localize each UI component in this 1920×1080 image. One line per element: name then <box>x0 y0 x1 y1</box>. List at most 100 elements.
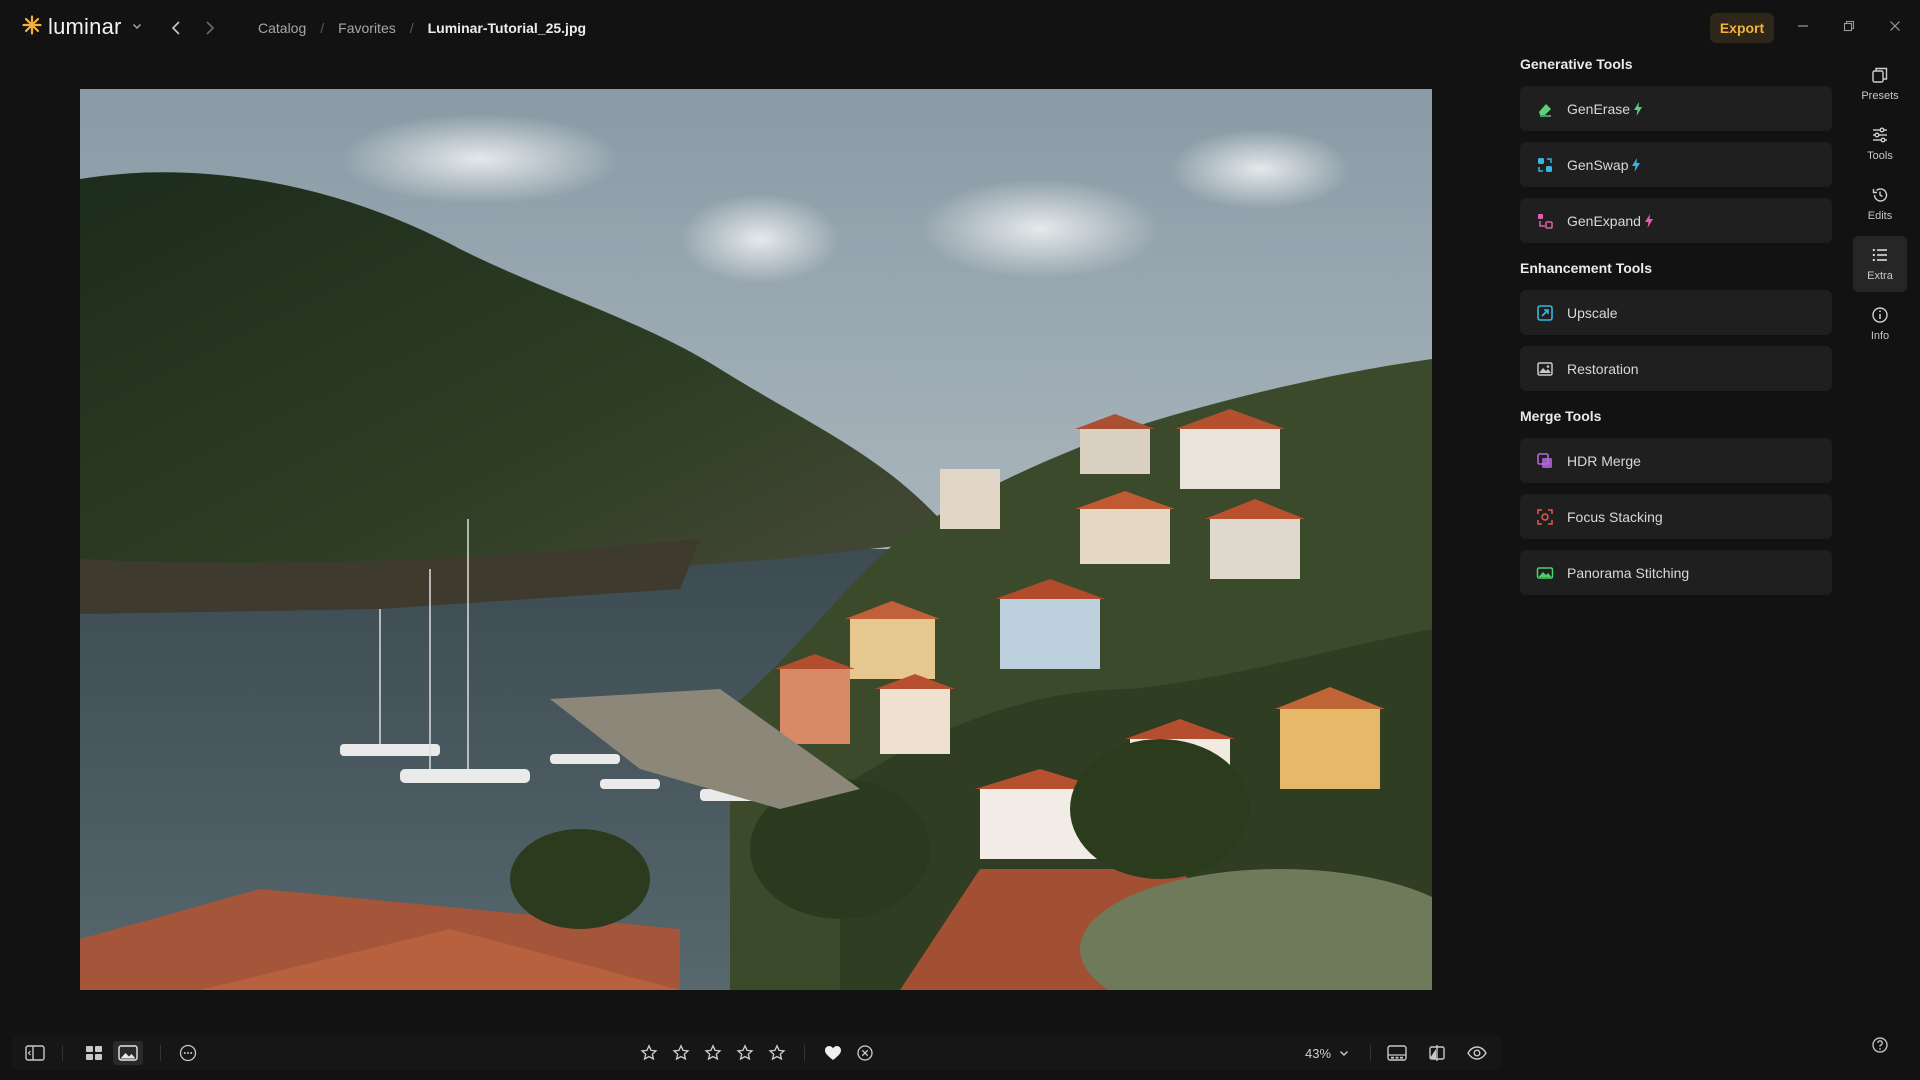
restore-icon <box>1843 20 1855 32</box>
star-icon <box>672 1044 690 1061</box>
compare-button[interactable] <box>1424 1041 1450 1065</box>
tool-label: GenSwap <box>1567 156 1629 173</box>
zoom-value: 43% <box>1304 1045 1332 1061</box>
breadcrumb-separator: / <box>320 20 325 36</box>
restoration-icon <box>1535 359 1555 379</box>
star-icon <box>640 1044 658 1061</box>
panorama-icon <box>1535 563 1555 583</box>
eye-icon <box>1467 1046 1487 1060</box>
minimize-button[interactable] <box>1792 15 1814 37</box>
more-options-button[interactable] <box>176 1041 200 1065</box>
star-icon <box>736 1044 754 1061</box>
filmstrip-icon <box>1387 1045 1407 1061</box>
breadcrumb-catalog[interactable]: Catalog <box>258 20 306 36</box>
toggle-sidebar-button[interactable] <box>22 1041 48 1065</box>
reject-button[interactable] <box>854 1041 876 1065</box>
help-button[interactable] <box>1869 1034 1891 1056</box>
tool-label: Restoration <box>1567 360 1639 377</box>
rail-item-edits[interactable]: Edits <box>1853 176 1907 232</box>
rating-star-4[interactable] <box>734 1041 756 1065</box>
tool-focus-stacking[interactable]: Focus Stacking <box>1520 494 1832 539</box>
minimize-icon <box>1798 25 1808 27</box>
favorite-button[interactable] <box>822 1041 844 1065</box>
grid-view-button[interactable] <box>79 1041 109 1065</box>
focus-icon <box>1535 507 1555 527</box>
grid-icon <box>86 1046 102 1060</box>
single-view-button[interactable] <box>113 1041 143 1065</box>
heart-icon <box>825 1046 841 1060</box>
chevron-down-icon <box>132 18 142 36</box>
tool-hdr-merge[interactable]: HDR Merge <box>1520 438 1832 483</box>
rating-star-2[interactable] <box>670 1041 692 1065</box>
tool-label: GenExpand <box>1567 212 1641 229</box>
breadcrumb-current-file: Luminar-Tutorial_25.jpg <box>427 20 587 36</box>
presets-icon <box>1872 67 1888 83</box>
tool-generase[interactable]: GenErase <box>1520 86 1832 131</box>
breadcrumb-separator: / <box>409 20 414 36</box>
restore-button[interactable] <box>1838 15 1860 37</box>
section-title-merge: Merge Tools <box>1520 408 1602 424</box>
close-icon <box>1890 21 1900 31</box>
expand-icon <box>1535 211 1555 231</box>
right-rail: Presets Tools Edits Extra Info <box>1853 56 1907 356</box>
app-menu[interactable]: luminar <box>22 14 142 40</box>
harbor-photo-image <box>80 89 1432 990</box>
rail-label: Tools <box>1867 150 1893 162</box>
photo-canvas[interactable] <box>80 89 1432 990</box>
tool-panorama-stitching[interactable]: Panorama Stitching <box>1520 550 1832 595</box>
upscale-icon <box>1535 303 1555 323</box>
rail-item-presets[interactable]: Presets <box>1853 56 1907 112</box>
list-icon <box>1872 248 1887 262</box>
filmstrip-button[interactable] <box>1384 1041 1410 1065</box>
breadcrumb: Catalog / Favorites / Luminar-Tutorial_2… <box>258 20 586 36</box>
chevron-down-icon <box>1340 1051 1349 1056</box>
hdr-icon <box>1535 451 1555 471</box>
sliders-icon <box>1873 127 1887 143</box>
bolt-icon <box>1632 157 1641 172</box>
back-button[interactable] <box>168 18 184 38</box>
more-icon <box>179 1044 197 1062</box>
tool-label: GenErase <box>1567 100 1631 117</box>
star-icon <box>768 1044 786 1061</box>
rail-label: Extra <box>1867 270 1893 282</box>
rating-star-3[interactable] <box>702 1041 724 1065</box>
tool-restoration[interactable]: Restoration <box>1520 346 1832 391</box>
breadcrumb-favorites[interactable]: Favorites <box>338 20 396 36</box>
export-button[interactable]: Export <box>1710 13 1774 43</box>
rail-item-extra[interactable]: Extra <box>1853 236 1907 292</box>
rating-star-5[interactable] <box>766 1041 788 1065</box>
close-button[interactable] <box>1884 15 1906 37</box>
chevron-right-icon <box>206 21 215 35</box>
rail-item-info[interactable]: Info <box>1853 296 1907 352</box>
section-title-generative: Generative Tools <box>1520 56 1633 72</box>
section-title-enhancement: Enhancement Tools <box>1520 260 1652 276</box>
sidebar-icon <box>25 1045 45 1061</box>
tool-label: HDR Merge <box>1567 452 1641 469</box>
forward-button[interactable] <box>202 18 218 38</box>
tool-label: Panorama Stitching <box>1567 564 1690 581</box>
tool-label: Focus Stacking <box>1567 508 1663 525</box>
image-icon <box>118 1045 138 1061</box>
rail-label: Edits <box>1867 210 1893 222</box>
rail-label: Presets <box>1861 90 1899 102</box>
luminar-logo-icon <box>22 14 42 40</box>
top-bar: luminar Catalog / Favorites / Luminar-Tu… <box>0 0 1920 56</box>
rail-item-tools[interactable]: Tools <box>1853 116 1907 172</box>
rail-label: Info <box>1870 330 1890 342</box>
rating-star-1[interactable] <box>638 1041 660 1065</box>
tool-upscale[interactable]: Upscale <box>1520 290 1832 335</box>
swap-icon <box>1535 155 1555 175</box>
bolt-icon <box>1634 101 1643 116</box>
tool-genexpand[interactable]: GenExpand <box>1520 198 1832 243</box>
bottom-toolbar: 43% <box>12 1036 1502 1070</box>
tool-genswap[interactable]: GenSwap <box>1520 142 1832 187</box>
preview-button[interactable] <box>1464 1041 1490 1065</box>
eraser-icon <box>1535 99 1555 119</box>
help-icon <box>1872 1037 1888 1053</box>
chevron-left-icon <box>171 21 180 35</box>
history-icon <box>1872 188 1888 202</box>
info-icon <box>1872 307 1888 323</box>
bolt-icon <box>1644 213 1653 228</box>
zoom-dropdown[interactable]: 43% <box>1297 1041 1357 1065</box>
reject-icon <box>857 1045 873 1061</box>
